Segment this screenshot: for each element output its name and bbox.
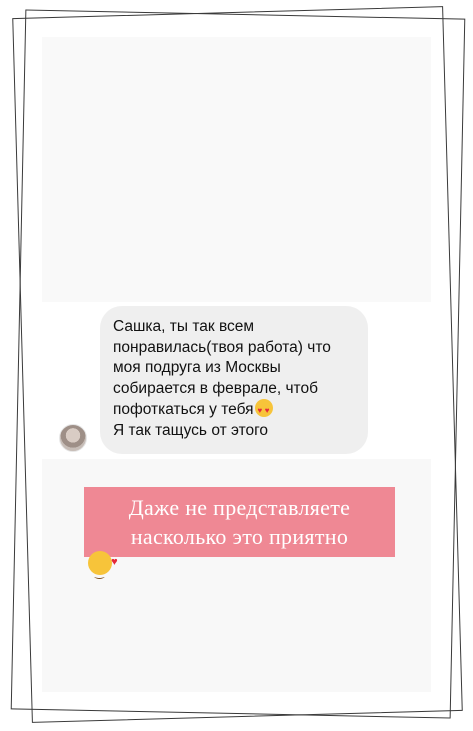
blank-area-top [42, 37, 431, 302]
message-line-with-emoji: пофоткаться у тебя [113, 399, 356, 422]
story-caption: Даже не представляете насколько это прия… [84, 487, 395, 588]
message-line: собирается в феврале, чтоб [113, 379, 318, 397]
caption-line-1: Даже не представляете [128, 495, 351, 520]
message-line: Сашка, ты так всем [113, 318, 255, 335]
message-screenshot: Сашка, ты так всем понравилась(твоя рабо… [42, 302, 431, 459]
caption-line-2-wrap: насколько это приятно [84, 522, 395, 588]
heart-eyes-emoji-icon [254, 399, 273, 422]
sender-avatar[interactable] [59, 424, 87, 452]
message-line-text: пофоткаться у тебя [113, 401, 254, 418]
smiling-face-with-hearts-icon [88, 548, 118, 588]
message-line: понравилась(твоя работа) что [113, 338, 331, 356]
blank-area-bottom: Даже не представляете насколько это прия… [42, 459, 431, 692]
caption-line-2: насколько это приятно [130, 524, 349, 549]
story-card: Сашка, ты так всем понравилась(твоя рабо… [42, 37, 431, 692]
message-bubble[interactable]: Сашка, ты так всем понравилась(твоя рабо… [100, 306, 368, 454]
message-line: моя подруга из Москвы [113, 359, 281, 376]
message-last-line: Я так тащусь от этого [113, 421, 269, 439]
